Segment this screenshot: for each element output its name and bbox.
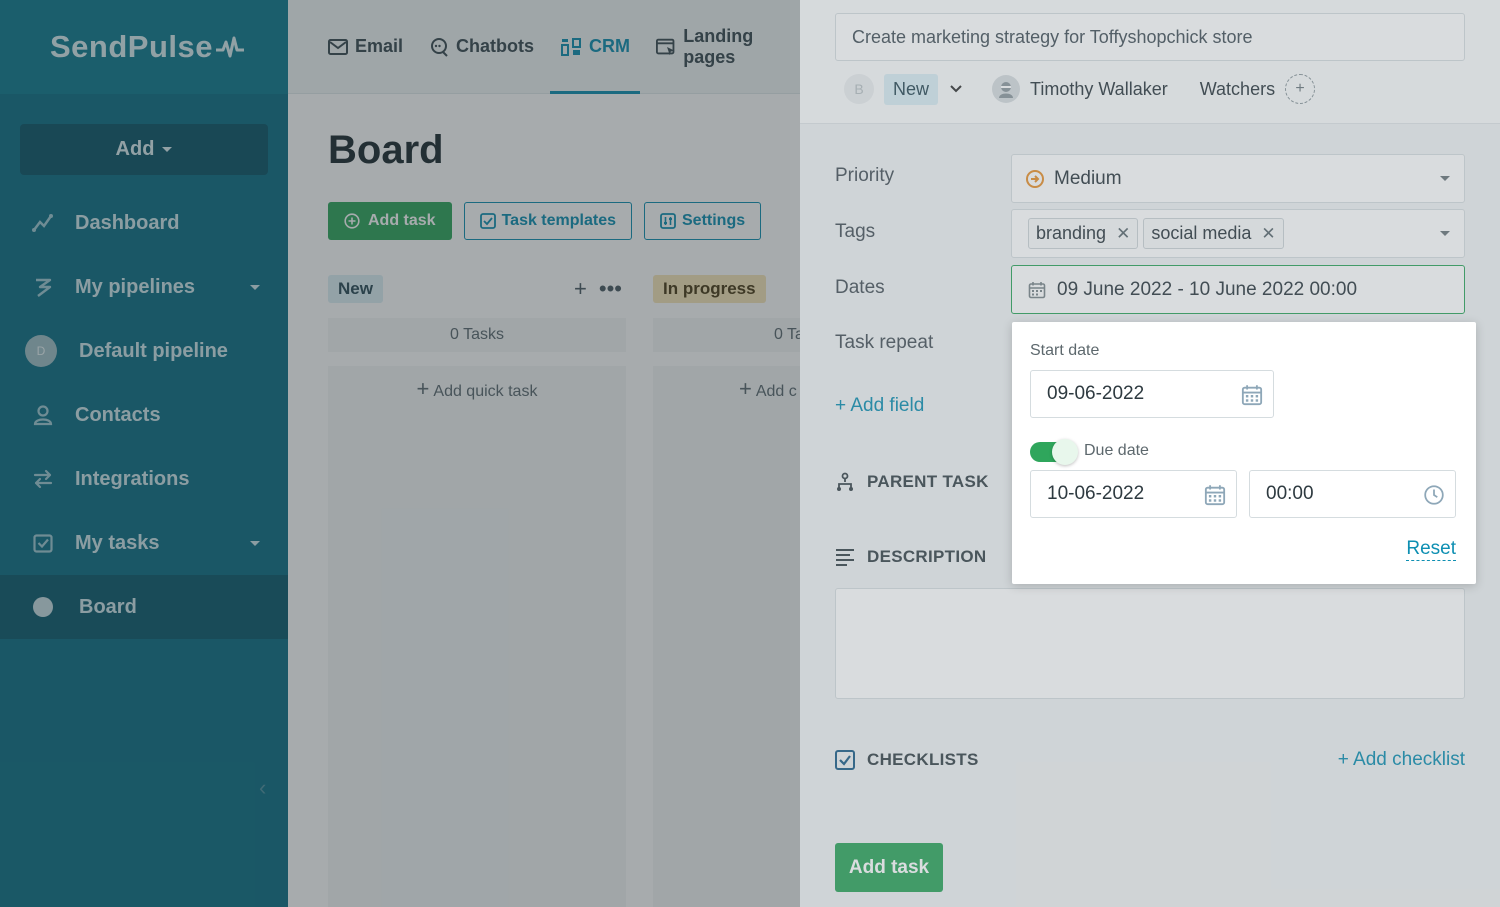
- start-date-label: Start date: [1030, 342, 1100, 359]
- due-date-toggle[interactable]: [1030, 439, 1078, 465]
- due-date-label: Due date: [1084, 442, 1149, 459]
- start-date-value: 09-06-2022: [1047, 383, 1145, 404]
- calendar-icon[interactable]: [1241, 384, 1263, 406]
- modal-backdrop[interactable]: [0, 0, 800, 907]
- due-date-input[interactable]: 10-06-2022: [1030, 470, 1237, 518]
- due-time-input[interactable]: 00:00: [1249, 470, 1456, 518]
- reset-link[interactable]: Reset: [1406, 538, 1456, 561]
- due-date-value: 10-06-2022: [1047, 483, 1145, 504]
- start-date-input[interactable]: 09-06-2022: [1030, 370, 1274, 418]
- clock-icon[interactable]: [1423, 484, 1445, 506]
- toggle-knob: [1052, 439, 1078, 465]
- date-picker-popup: Start date 09-06-2022 Due date 10-06-202…: [1012, 322, 1476, 584]
- calendar-icon[interactable]: [1204, 484, 1226, 506]
- due-time-value: 00:00: [1266, 483, 1314, 504]
